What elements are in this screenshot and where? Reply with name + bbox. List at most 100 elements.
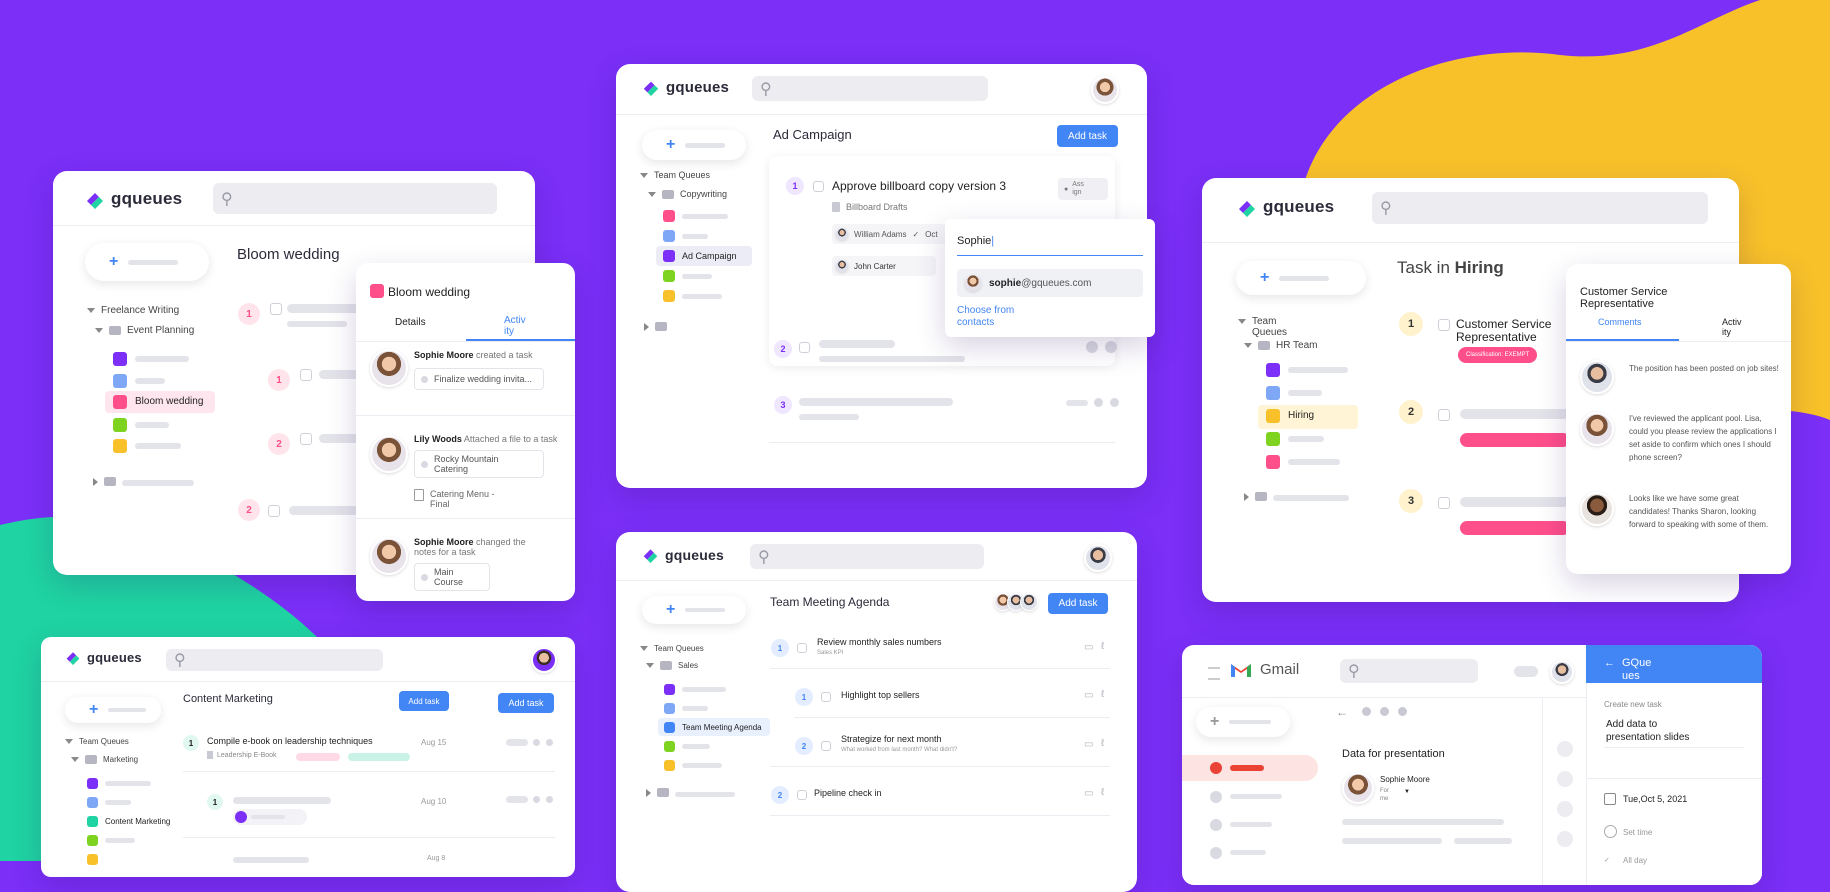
tree-item-collapsed[interactable] [644,318,673,336]
assignee-chip[interactable]: William Adams ✓ Oct [832,224,956,244]
task-checkbox[interactable] [821,741,831,751]
tree-item-folder[interactable]: Sales [640,661,704,678]
tree-item-root[interactable]: Team Queues [1238,316,1318,340]
assign-search-input[interactable]: Sophie| [957,235,994,247]
tree-item-root[interactable]: Team Queues [640,644,704,661]
queue-color-blue [113,374,127,388]
tab-comments[interactable]: Comments [1598,317,1642,327]
search-icon: ⚲ [1380,200,1392,217]
search-icon: ⚲ [221,190,233,208]
attachment-icon[interactable]: ℓ [1101,787,1104,798]
new-button[interactable]: + [1236,261,1366,295]
member-avatars[interactable] [994,593,1040,611]
sidebar-title: GQue ues [1622,657,1652,682]
task-checkbox[interactable] [300,369,312,381]
menu-icon[interactable] [1208,667,1220,680]
task-number: 2 [774,340,792,358]
user-avatar[interactable] [531,647,557,673]
task-checkbox[interactable] [1438,409,1450,421]
task-checkbox[interactable] [813,181,824,192]
task-chip[interactable]: Main Course [414,563,490,591]
search-input[interactable]: ⚲ [213,183,497,214]
assign-popup: Sophie| sophie@gqueues.com Choose from c… [945,219,1155,337]
task-chip[interactable]: Rocky Mountain Catering [414,450,544,478]
search-input[interactable]: ⚲ [750,544,984,569]
tree-item-folder[interactable]: HR Team [1238,340,1318,360]
contact-suggestion[interactable]: sophie@gqueues.com [957,269,1143,297]
tree-item-folder[interactable]: Marketing [65,755,138,773]
tab-details[interactable]: Details [395,317,426,328]
tab-activity[interactable]: Activ ity [1722,317,1742,337]
compose-button[interactable]: + [1196,707,1290,737]
comment-icon[interactable]: ▭ [1084,739,1093,750]
tree-item-folder[interactable]: Copywriting [640,189,727,208]
task-date-field[interactable]: Tue,Oct 5, 2021 [1623,794,1687,804]
attachment-icon[interactable]: ℓ [1101,689,1104,700]
user-avatar [370,435,408,473]
back-arrow-icon[interactable]: ← [1336,705,1348,719]
comment-icon[interactable]: ▭ [1084,642,1093,653]
new-button[interactable]: + [85,243,209,281]
tab-activity[interactable]: Activ ity [504,315,526,337]
add-task-button[interactable]: Add task [1057,125,1118,147]
folder-icon [662,190,674,200]
task-chip[interactable]: Finalize wedding invita... [414,368,544,390]
task-checkbox[interactable] [797,790,807,800]
tree-item-collapsed[interactable] [1244,488,1349,506]
user-avatar [370,537,408,575]
attachment-icon[interactable]: ℓ [1101,641,1104,652]
tag-chip[interactable] [233,809,307,825]
queue-color-purple [113,352,127,366]
tree-item-root[interactable]: Team Queues [65,737,138,755]
set-time-field[interactable]: Set time [1623,828,1652,837]
back-arrow-icon[interactable]: ← [1604,657,1615,669]
task-checkbox[interactable] [268,505,280,517]
queue-color-pink [370,284,384,298]
task-number: 2 [268,433,290,455]
task-checkbox[interactable] [270,303,282,315]
task-checkbox[interactable] [797,643,807,653]
task-checkbox[interactable] [300,433,312,445]
new-button[interactable]: + [642,130,746,160]
attachment-icon[interactable]: ℓ [1101,738,1104,749]
user-avatar[interactable] [1084,544,1112,572]
add-task-button[interactable]: Add task [498,693,554,713]
assign-button[interactable]: ● Ass ign [1058,178,1108,200]
gqueues-logo: gqueues [642,78,729,96]
logo-text: gqueues [111,189,183,208]
new-button[interactable]: + [642,596,746,624]
comment-icon[interactable]: ▭ [1084,690,1093,701]
plus-icon: + [1260,269,1270,286]
user-avatar[interactable] [1091,76,1119,104]
tree-item-collapsed[interactable] [646,784,735,802]
search-input[interactable]: ⚲ [166,649,383,671]
tree-item-root[interactable]: Freelance Writing [87,305,194,325]
new-button[interactable]: + [65,697,161,723]
comment-icon[interactable]: ▭ [1084,788,1093,799]
task-checkbox[interactable] [821,692,831,702]
assignee-chip[interactable]: John Carter [832,256,936,276]
panel-title: Customer Service Representative [1580,286,1668,310]
gqueues-logo-icon [643,81,659,96]
chevron-down-icon[interactable]: ▼ [1404,789,1410,795]
task-number: 2 [771,786,789,804]
task-number: 1 [238,303,260,325]
tree-item-selected-label[interactable]: Content Marketing [105,817,170,826]
gmail-search-input[interactable]: ⚲ [1340,659,1478,683]
file-attachment[interactable]: Catering Menu - Final [414,489,504,509]
add-task-button[interactable]: Add task [1048,593,1108,614]
task-checkbox[interactable] [1438,497,1450,509]
user-avatar[interactable] [1550,660,1574,684]
tree-item-folder[interactable]: Event Planning [87,325,194,345]
search-input[interactable]: ⚲ [1372,192,1708,224]
tree-item-collapsed[interactable] [93,473,194,491]
task-checkbox[interactable] [1438,319,1450,331]
task-checkbox[interactable] [799,342,810,353]
tree-item-root[interactable]: Team Queues [640,170,727,189]
search-input[interactable]: ⚲ [752,76,988,101]
sender-recipient[interactable]: For me [1380,787,1389,803]
task-title-input[interactable]: Add data to presentation slides [1606,718,1689,744]
choose-contacts-link[interactable]: Choose from contacts [957,305,1014,329]
logo-text: gqueues [87,649,142,665]
add-task-button[interactable]: Add task [399,691,449,711]
